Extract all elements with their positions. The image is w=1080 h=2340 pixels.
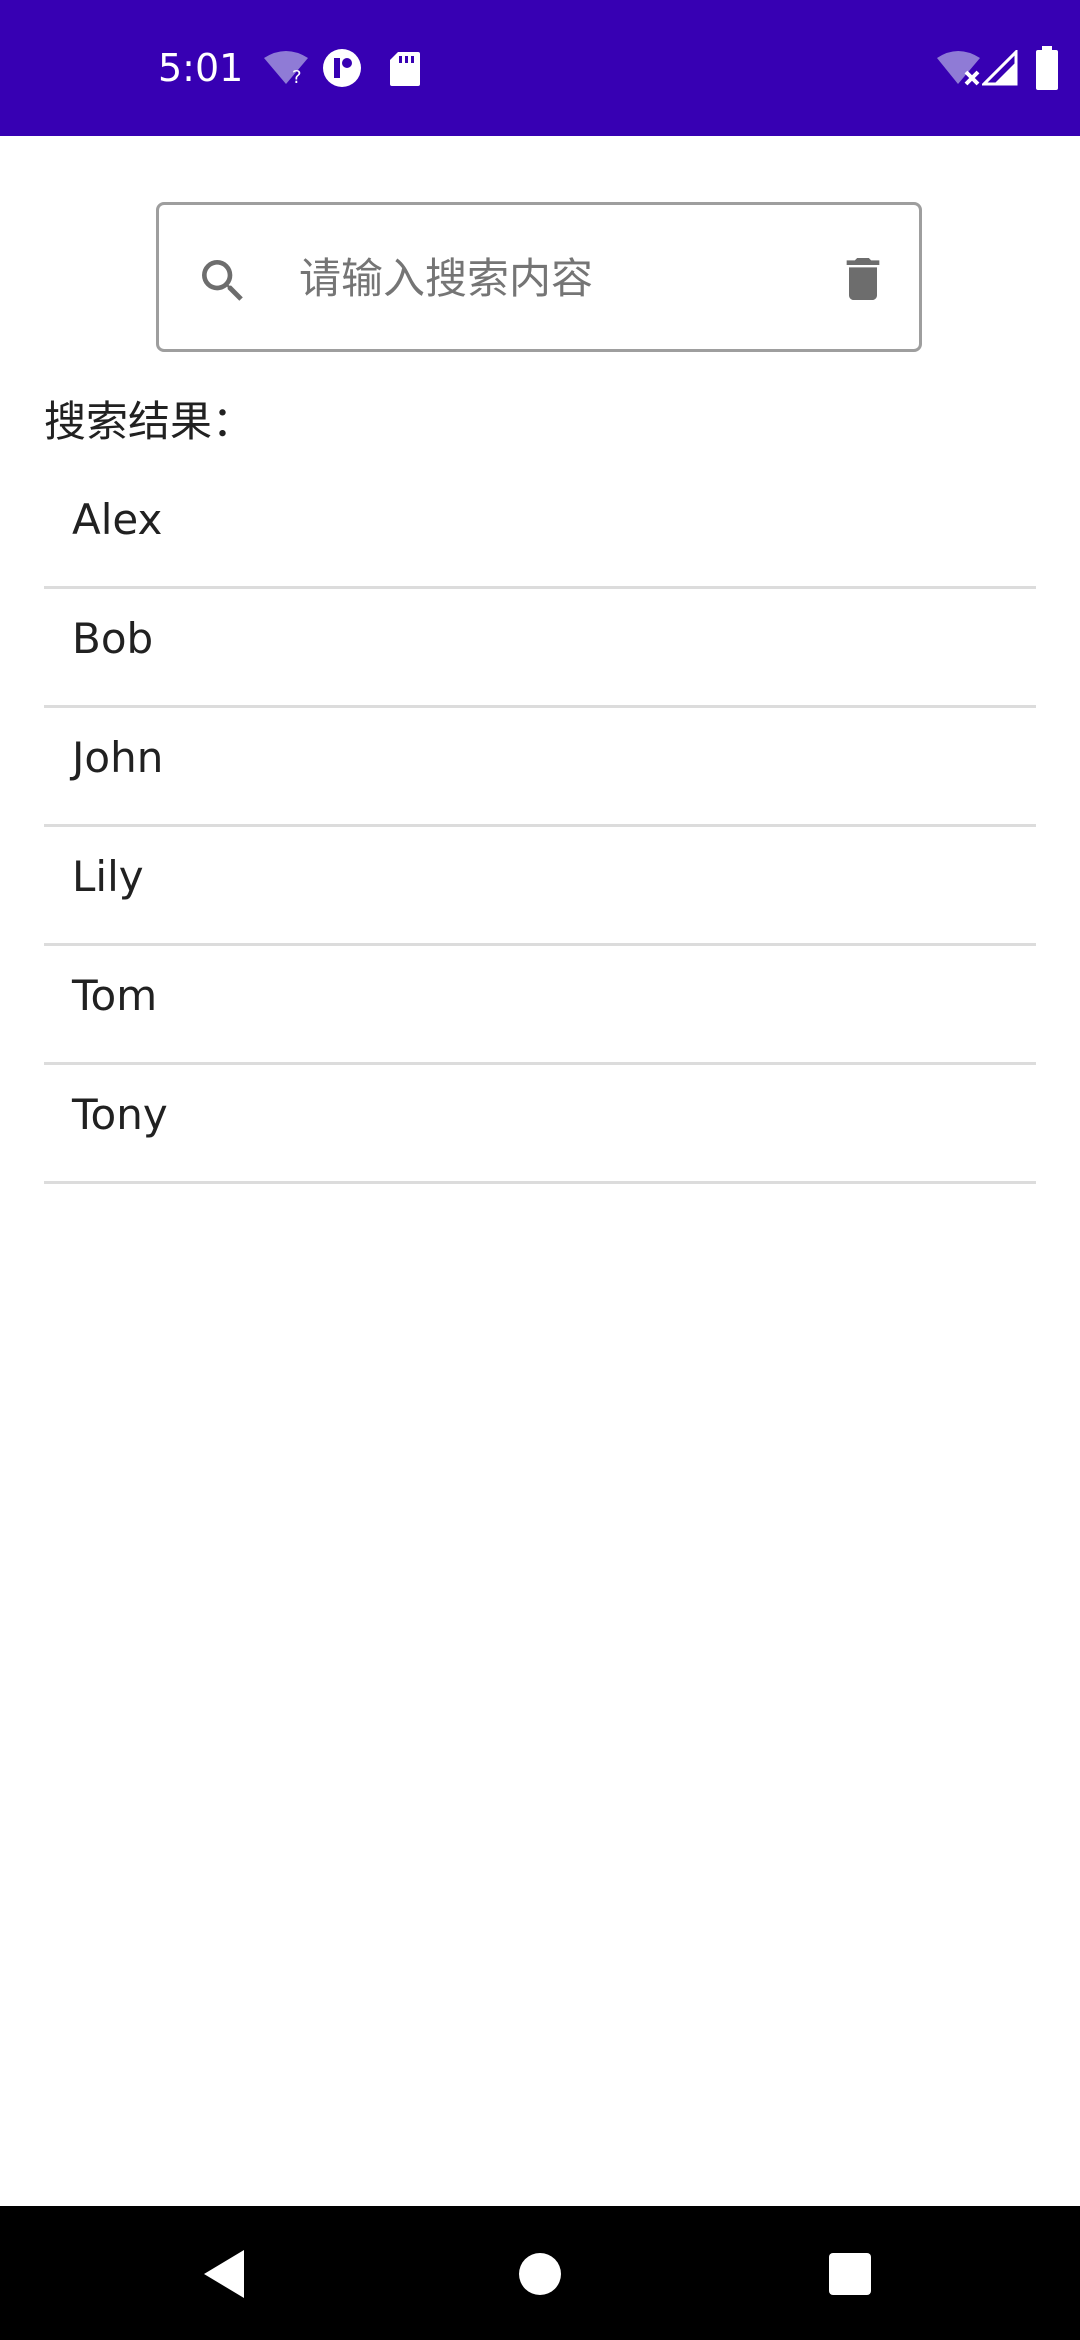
svg-text:?: ? (292, 67, 302, 86)
list-item[interactable]: Bob (44, 589, 1036, 708)
list-item[interactable]: Tony (44, 1065, 1036, 1184)
home-icon[interactable] (500, 2234, 580, 2314)
recents-icon[interactable] (810, 2234, 890, 2314)
list-item-label: Lily (72, 852, 144, 901)
status-time: 5:01 (158, 46, 244, 90)
list-item-label: Tony (72, 1090, 168, 1139)
sd-card-icon (390, 52, 420, 86)
status-bar: 5:01 ? (0, 0, 1080, 136)
list-item[interactable]: Alex (44, 470, 1036, 589)
wifi-unknown-icon: ? (264, 51, 308, 86)
wifi-off-icon (937, 51, 980, 86)
results-list: Alex Bob John Lily Tom Tony (44, 470, 1036, 1184)
trash-icon[interactable] (835, 251, 891, 307)
search-icon[interactable] (195, 253, 251, 309)
list-item-label: Tom (72, 971, 158, 1020)
list-item-label: Alex (72, 495, 163, 544)
list-item[interactable]: Lily (44, 827, 1036, 946)
app-notification-icon (323, 49, 361, 87)
main-content: 搜索结果： Alex Bob John Lily Tom Tony (0, 136, 1080, 2206)
navigation-bar (0, 2206, 1080, 2340)
search-box[interactable] (156, 202, 922, 352)
list-item-label: John (72, 733, 164, 782)
list-item[interactable]: John (44, 708, 1036, 827)
cell-signal-icon (982, 50, 1018, 86)
search-input[interactable] (299, 245, 779, 311)
results-label: 搜索结果： (44, 397, 255, 446)
list-item[interactable]: Tom (44, 946, 1036, 1065)
list-item-label: Bob (72, 614, 154, 663)
back-icon[interactable] (186, 2234, 266, 2314)
battery-icon (1036, 46, 1058, 90)
